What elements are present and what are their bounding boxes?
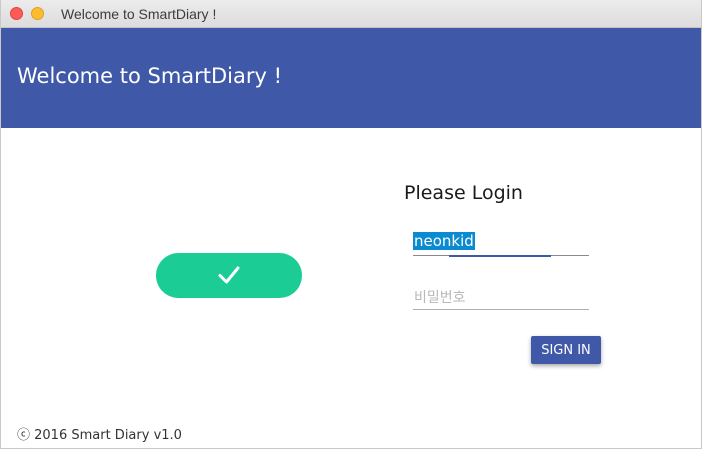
app-window: Welcome to SmartDiary ! Welcome to Smart… [0,0,702,449]
window-close-button[interactable] [10,7,23,20]
password-field[interactable]: 비밀번호 [413,286,589,310]
password-placeholder: 비밀번호 [414,290,466,306]
username-field[interactable]: neonkid [413,232,589,257]
window-title: Welcome to SmartDiary ! [61,6,217,22]
username-value: neonkid [413,232,475,250]
check-icon [218,266,240,284]
footer-copyright: ⓒ 2016 Smart Diary v1.0 [17,428,182,443]
sign-in-button[interactable]: SIGN IN [531,336,601,364]
login-heading: Please Login [404,182,523,204]
window-minimize-button[interactable] [31,7,44,20]
username-focus-indicator [449,255,551,257]
app-title: Welcome to SmartDiary ! [17,64,283,88]
app-header: Welcome to SmartDiary ! [1,28,701,128]
window-titlebar[interactable]: Welcome to SmartDiary ! [1,0,701,28]
status-check-button[interactable] [156,253,302,298]
